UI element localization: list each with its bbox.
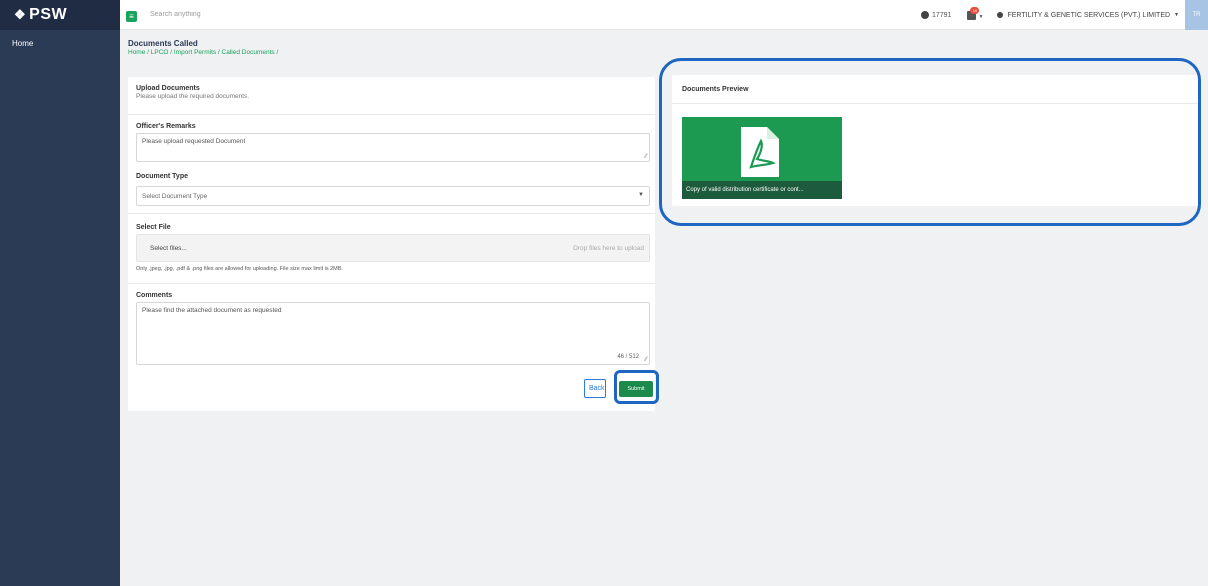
counter-value: 17791 — [931, 11, 952, 19]
logo-text: PSW — [29, 6, 68, 23]
divider — [128, 213, 655, 214]
file-note: Only .jpeg, .jpg, .pdf & .png files are … — [136, 266, 343, 272]
resize-handle-icon[interactable]: ⁄⁄ — [645, 154, 647, 160]
comments-field[interactable]: Please find the attached document as req… — [136, 302, 650, 365]
user-name: FERTILITY & GENETIC SERVICES (PVT.) LIMI… — [1007, 11, 1171, 19]
avatar[interactable]: TR — [1185, 0, 1208, 30]
divider — [128, 283, 655, 284]
comments-value: Please find the attached document as req… — [142, 307, 282, 314]
comments-label: Comments — [136, 292, 173, 299]
notification-badge: 10 — [970, 7, 980, 14]
notifications-button[interactable]: 10 ▼ — [967, 7, 984, 22]
back-button[interactable]: Back — [584, 379, 606, 398]
officer-remarks-field: Please upload requested Document ⁄⁄ — [136, 133, 650, 162]
sidebar: ❖ PSW Home — [0, 0, 120, 586]
upload-subtitle: Please upload the required documents. — [136, 93, 250, 100]
upload-form-card: Upload Documents Please upload the requi… — [128, 77, 659, 411]
sidebar-item-home[interactable]: Home — [0, 30, 120, 48]
psw-logo-icon: ❖ — [14, 7, 27, 22]
upload-title: Upload Documents — [136, 85, 200, 92]
remarks-label: Officer's Remarks — [136, 123, 196, 130]
document-type-select[interactable]: Select Document Type ▼ — [136, 186, 650, 206]
document-type-label: Document Type — [136, 173, 188, 180]
divider — [128, 114, 655, 115]
select-file-label: Select File — [136, 224, 171, 231]
resize-handle-icon[interactable]: ⁄⁄ — [645, 357, 647, 363]
upload-section-header: Upload Documents Please upload the requi… — [136, 85, 249, 100]
top-bar: ≡ 17791 10 ▼ FERTILITY & GENETIC SERVICE… — [120, 0, 1208, 30]
chevron-down-icon: ▼ — [978, 14, 984, 20]
drop-hint: Drop files here to upload — [573, 245, 644, 252]
page-title: Documents Called — [128, 39, 198, 48]
psw-logo[interactable]: ❖ PSW — [0, 0, 120, 30]
user-icon — [997, 12, 1004, 18]
preview-highlight — [659, 58, 1201, 226]
chevron-down-icon: ▼ — [638, 192, 644, 198]
remarks-value: Please upload requested Document — [142, 138, 246, 145]
document-type-placeholder: Select Document Type — [142, 193, 208, 200]
clock-icon — [920, 11, 929, 19]
submit-highlight — [614, 370, 659, 404]
counter-display: 17791 — [920, 11, 952, 19]
chevron-down-icon: ▼ — [1174, 12, 1179, 18]
breadcrumb[interactable]: Home / LPCO / Import Permits / Called Do… — [128, 49, 278, 56]
menu-toggle-button[interactable]: ≡ — [126, 11, 137, 22]
select-files-button[interactable]: Select files... — [142, 241, 195, 256]
file-dropzone[interactable]: Select files... Drop files here to uploa… — [136, 234, 650, 262]
character-counter: 46 / 512 — [617, 354, 639, 360]
search-input[interactable] — [150, 11, 450, 18]
user-menu[interactable]: FERTILITY & GENETIC SERVICES (PVT.) LIMI… — [997, 12, 1179, 19]
